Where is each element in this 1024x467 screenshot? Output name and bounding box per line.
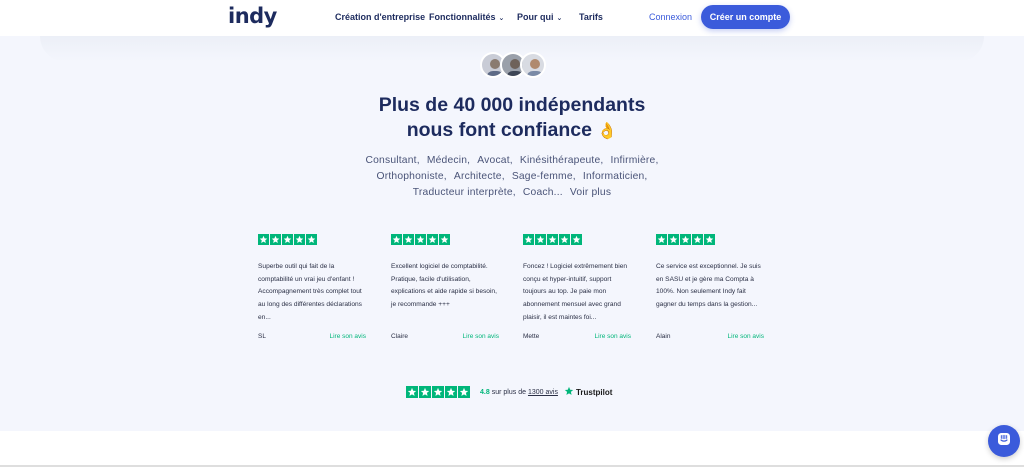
star-icon	[294, 234, 305, 245]
chevron-down-icon: ⌄	[556, 15, 563, 22]
star-icon	[656, 234, 667, 245]
star-icon	[680, 234, 691, 245]
review-author: SL	[258, 333, 266, 340]
star-icon	[415, 234, 426, 245]
review-author: Mette	[523, 333, 540, 340]
star-icon	[406, 386, 418, 398]
nav-creation-entreprise[interactable]: Création d'entreprise	[335, 12, 425, 22]
see-more-link[interactable]: Voir plus	[570, 187, 611, 198]
star-icon	[439, 234, 450, 245]
headline-line-1: Plus de 40 000 indépendants	[378, 94, 646, 116]
profession-item: Médecin,	[426, 155, 471, 166]
profession-item: Kinésithérapeute,	[519, 155, 604, 166]
rating-stars	[258, 234, 368, 245]
star-icon	[432, 386, 444, 398]
star-icon	[391, 234, 402, 245]
star-icon	[704, 234, 715, 245]
trustpilot-text: sur plus de	[491, 388, 526, 396]
read-review-link[interactable]: Lire son avis	[463, 333, 500, 340]
star-icon	[523, 234, 534, 245]
star-icon	[282, 234, 293, 245]
review-card: Excellent logiciel de comptabilité. Prat…	[391, 234, 501, 340]
review-card: Superbe outil qui fait de la comptabilit…	[258, 234, 368, 340]
trustpilot-star-icon	[564, 386, 574, 398]
indy-logo[interactable]: indy	[228, 4, 277, 28]
review-author: Claire	[391, 333, 408, 340]
profession-item: Traducteur interprète,	[412, 187, 516, 198]
nav-fonctionnalites[interactable]: Fonctionnalités ⌄	[429, 12, 504, 22]
create-account-button[interactable]: Créer un compte	[701, 5, 790, 29]
chevron-down-icon: ⌄	[498, 15, 505, 22]
star-icon	[559, 234, 570, 245]
profession-item: Coach...	[522, 187, 563, 198]
read-review-link[interactable]: Lire son avis	[595, 333, 632, 340]
read-review-link[interactable]: Lire son avis	[330, 333, 367, 340]
star-icon	[668, 234, 679, 245]
profession-item: Architecte,	[453, 171, 505, 182]
headline-line-2: nous font confiance	[406, 119, 592, 141]
trustpilot-brand: Trustpilot	[575, 387, 613, 397]
star-icon	[692, 234, 703, 245]
site-header: indy Création d'entreprise Fonctionnalit…	[0, 0, 1024, 36]
profession-item: Consultant,	[365, 155, 420, 166]
review-card: Ce service est exceptionnel. Je suis en …	[656, 234, 766, 340]
review-text: Excellent logiciel de comptabilité. Prat…	[391, 263, 497, 309]
star-icon	[258, 234, 269, 245]
trustpilot-summary: 4.8 sur plus de 1300 avis Trustpilot	[406, 386, 612, 398]
profession-item: Informaticien,	[582, 171, 648, 182]
star-icon	[427, 234, 438, 245]
review-text: Foncez ! Logiciel extrêmement bien conçu…	[523, 263, 628, 321]
professions-list: Consultant, Médecin, Avocat, Kinésithéra…	[362, 153, 662, 201]
read-review-link[interactable]: Lire son avis	[728, 333, 765, 340]
nav-label: Création d'entreprise	[335, 12, 426, 22]
chat-button[interactable]	[988, 425, 1020, 457]
login-link[interactable]: Connexion	[649, 12, 692, 22]
rating-stars	[523, 234, 633, 245]
star-icon	[306, 234, 317, 245]
star-icon	[270, 234, 281, 245]
page-title: Plus de 40 000 indépendants nous font co…	[0, 93, 1024, 144]
review-author: Alain	[656, 333, 671, 340]
star-icon	[535, 234, 546, 245]
profession-item: Infirmière,	[610, 155, 659, 166]
star-icon	[571, 234, 582, 245]
avatar-group	[480, 52, 546, 80]
nav-pour-qui[interactable]: Pour qui ⌄	[517, 12, 562, 22]
nav-label: Fonctionnalités	[429, 12, 496, 22]
star-icon	[458, 386, 470, 398]
nav-tarifs[interactable]: Tarifs	[579, 12, 603, 22]
review-card: Foncez ! Logiciel extrêmement bien conçu…	[523, 234, 633, 340]
profession-item: Sage-femme,	[511, 171, 576, 182]
trustpilot-logo[interactable]: Trustpilot	[564, 386, 612, 398]
trustpilot-review-count-link[interactable]: 1300 avis	[528, 389, 558, 396]
ok-hand-emoji: 👌	[597, 123, 618, 140]
star-icon	[419, 386, 431, 398]
rating-stars	[406, 386, 470, 398]
nav-label: Pour qui	[517, 12, 554, 22]
trustpilot-rating: 4.8	[480, 388, 490, 396]
profession-item: Avocat,	[477, 155, 513, 166]
review-text: Superbe outil qui fait de la comptabilit…	[258, 263, 362, 321]
profession-item: Orthophoniste,	[376, 171, 447, 182]
star-icon	[547, 234, 558, 245]
star-icon	[445, 386, 457, 398]
nav-label: Tarifs	[579, 12, 603, 22]
rating-stars	[391, 234, 501, 245]
star-icon	[403, 234, 414, 245]
chat-bubble-icon	[996, 431, 1012, 452]
avatar	[520, 52, 546, 78]
rating-stars	[656, 234, 766, 245]
review-text: Ce service est exceptionnel. Je suis en …	[656, 263, 761, 309]
